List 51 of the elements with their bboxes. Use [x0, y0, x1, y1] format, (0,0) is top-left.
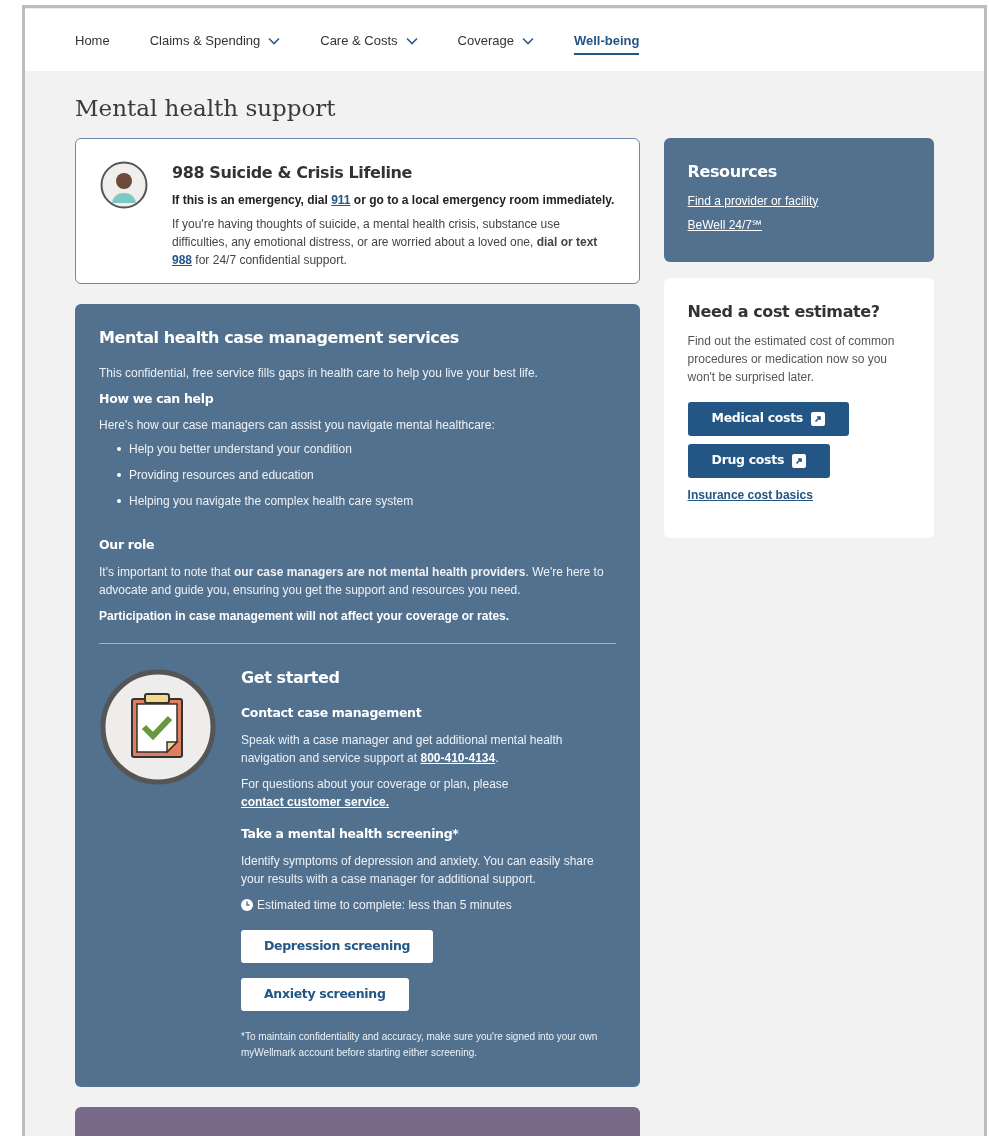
- clipboard-check-icon: [99, 668, 217, 786]
- nav-tab[interactable]: Coverage: [457, 22, 534, 71]
- cost-description: Find out the estimated cost of common procedures or medication now so you won't be surprised later.: [687, 332, 896, 386]
- cost-basics-link[interactable]: Insurance cost basics: [687, 485, 813, 504]
- external-link-icon: [811, 411, 825, 426]
- card-title: Resources: [687, 160, 777, 183]
- bullet-text: Help you better understand your condition: [129, 441, 352, 459]
- crisis-description: If you're having thoughts of suicide, a mental health crisis, substance use difficulties, any emotional distress, or are worried about a loved one, dial or text 988 for 24/7 confidential support.: [172, 215, 599, 269]
- bullet-icon: [117, 447, 121, 452]
- resource-link[interactable]: BeWell 24/7℠: [687, 215, 763, 234]
- time-note: Estimated time to complete: less than 5 minutes: [257, 896, 512, 914]
- bullet-icon: [117, 499, 121, 504]
- screening-button[interactable]: Depression screening: [241, 929, 434, 963]
- person-avatar-icon: [100, 160, 148, 209]
- screening-text: Identify symptoms of depression and anxiety. You can easily share your results with a case manager for additional support.: [241, 852, 595, 888]
- contact-text: Speak with a case manager and get additional mental health navigation and service support at 800-410-4134.: [241, 731, 564, 767]
- bullet-text: Providing resources and education: [129, 467, 314, 485]
- chevron-down-icon: [268, 36, 281, 45]
- external-link-icon: [792, 453, 807, 468]
- link[interactable]: contact customer service.: [241, 794, 390, 809]
- nav-tab[interactable]: Home: [75, 22, 110, 71]
- link[interactable]: 911: [331, 192, 351, 207]
- chevron-down-icon: [405, 36, 418, 45]
- cost-button[interactable]: Drug costs: [687, 443, 831, 478]
- cost-button[interactable]: Medical costs: [687, 401, 849, 436]
- emergency-text: If this is an emergency, dial 911 or go to a local emergency room immediately.: [172, 191, 615, 209]
- intro-text: This confidential, free service fills gaps in health care to help you live your best life.: [99, 364, 539, 382]
- nav-tab[interactable]: Care & Costs: [320, 22, 418, 71]
- page-title: Mental health support: [75, 94, 337, 123]
- subheading: Take a mental health screening*: [241, 824, 460, 843]
- section-title: Get started: [241, 667, 341, 689]
- nav-tab[interactable]: Claims & Spending: [149, 22, 281, 71]
- nav-tab[interactable]: Well-being: [573, 22, 640, 71]
- subheading: How we can help: [99, 389, 215, 408]
- participation-text: Participation in case management will not affect your coverage or rates.: [99, 608, 511, 625]
- subheading: Contact case management: [241, 704, 423, 722]
- bullet-icon: [117, 473, 121, 478]
- link[interactable]: 988: [172, 252, 193, 267]
- section-title: Mental health case management services: [99, 326, 460, 349]
- footnote: *To maintain confidentiality and accuracy, make sure you're signed into your own myWellmark account before starting either screening.: [241, 1029, 599, 1060]
- help-intro-text: Here's how our case managers can assist you navigate mental healthcare:: [99, 417, 496, 435]
- card-title: 988 Suicide & Crisis Lifeline: [172, 161, 414, 184]
- questions-text: For questions about your coverage or plan, please contact customer service.: [241, 775, 510, 811]
- resource-link[interactable]: Find a provider or facility: [687, 191, 819, 210]
- role-text: It's important to note that our case managers are not mental health providers. We're here to advocate and guide you, ensuring you get the support and resources you need.: [99, 564, 605, 599]
- chevron-down-icon: [521, 36, 534, 45]
- clock-icon: [241, 898, 253, 911]
- subheading: Our role: [99, 536, 156, 555]
- bullet-text: Helping you navigate the complex health care system: [129, 493, 414, 511]
- screening-button[interactable]: Anxiety screening: [241, 977, 409, 1011]
- card-title: Need a cost estimate?: [687, 300, 880, 323]
